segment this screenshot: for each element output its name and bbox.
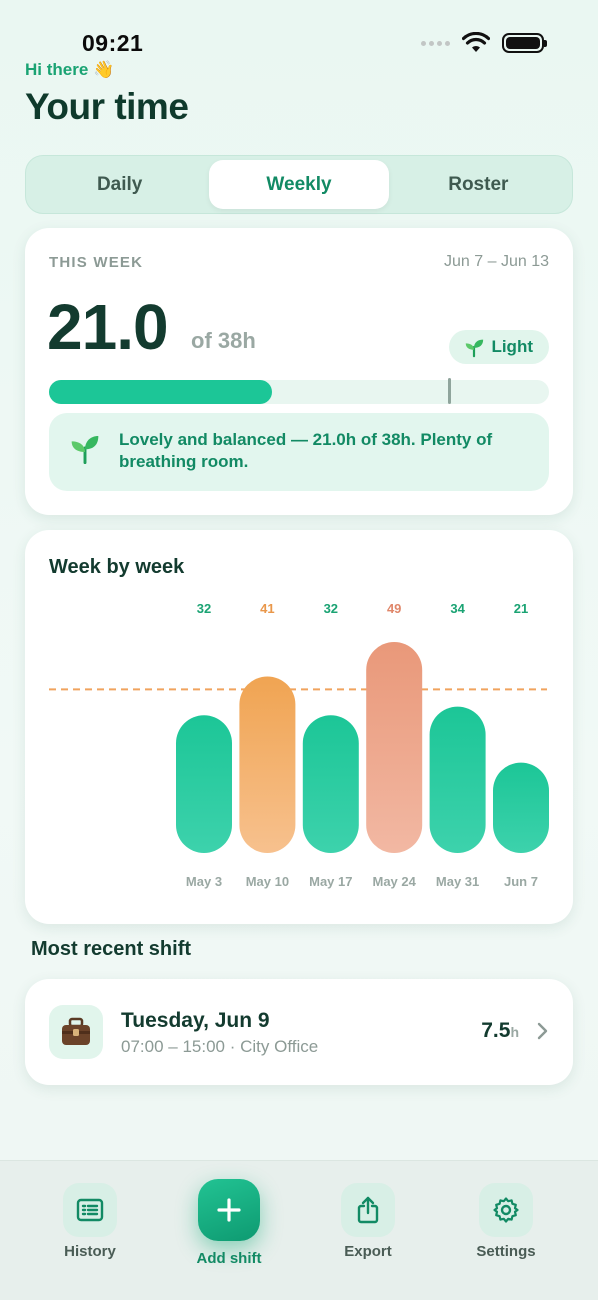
wifi-icon [462,32,490,52]
tab-daily[interactable]: Daily [30,160,209,209]
x-tick-label: May 31 [436,874,479,889]
nav-export[interactable]: Export [313,1183,423,1260]
bar-value-label: 32 [197,601,211,616]
briefcase-icon [49,1005,103,1059]
chart-bar[interactable] [239,676,296,853]
progress-fill [49,380,272,404]
view-tabs: Daily Weekly Roster [25,155,573,214]
x-tick-label: May 17 [309,874,352,889]
add-shift-button[interactable]: Add shift [174,1179,284,1267]
shift-hours: 7.5h [481,1019,519,1043]
tab-roster[interactable]: Roster [389,160,568,209]
hours-target: of 38h [191,328,256,353]
status-badge: Light [449,330,549,364]
bar-value-label: 41 [260,601,274,616]
chart-bar[interactable] [493,762,549,853]
this-week-card: THIS WEEK Jun 7 – Jun 13 21.0 of 38h Lig… [25,228,573,515]
signal-icon [421,40,450,46]
summary-message: Lovely and balanced — 21.0h of 38h. Plen… [49,413,549,491]
target-marker [448,378,451,404]
chart-bar[interactable] [429,706,486,853]
nav-history[interactable]: History [35,1183,145,1260]
hours-total: 21.0 [47,291,169,363]
x-tick-label: May 10 [246,874,289,889]
chart-title: Week by week [49,556,185,578]
status-bar: 09:21 [0,0,598,60]
status-icons [421,32,547,54]
sprout-icon [71,436,99,464]
shift-hours-value: 7.5 [481,1019,511,1042]
hours-progress-bar [49,378,549,404]
shift-detail: 07:00 – 15:00 · City Office [121,1037,319,1056]
bar-value-label: 49 [387,601,401,616]
nav-history-label: History [64,1243,116,1260]
share-icon [341,1183,395,1237]
plus-icon [198,1179,260,1241]
bar-value-label: 21 [514,601,528,616]
recent-shift-card[interactable]: Tuesday, Jun 9 07:00 – 15:00 · City Offi… [25,979,573,1085]
battery-icon [502,33,547,53]
week-by-week-chart: 32 May 3 41 May 10 32 May 17 49 May 24 34 May 31 2… [49,601,549,889]
bar-value-label: 34 [450,601,465,616]
tab-weekly[interactable]: Weekly [209,160,389,209]
recent-shift-heading: Most recent shift [31,938,192,960]
chart-bar[interactable] [366,642,423,853]
x-tick-label: Jun 7 [504,874,538,889]
sprout-icon [466,339,484,358]
chevron-right-icon [537,1022,548,1040]
chart-bar[interactable] [176,715,232,853]
status-badge-label: Light [491,337,533,356]
nav-settings-label: Settings [476,1243,536,1260]
gear-icon [479,1183,533,1237]
week-range: Jun 7 – Jun 13 [444,253,549,270]
summary-message-text: Lovely and balanced — 21.0h of 38h. Plen… [119,430,493,471]
bar-value-label: 32 [324,601,338,616]
page-title: Your time [25,86,189,127]
nav-export-label: Export [344,1243,392,1260]
shift-hours-unit: h [510,1024,519,1040]
week-chart-card: 32 May 3 41 May 10 32 May 17 49 May 24 34 May 31 2… [25,530,573,924]
x-tick-label: May 3 [186,874,222,889]
history-icon [63,1183,117,1237]
add-shift-label: Add shift [196,1250,262,1267]
nav-settings[interactable]: Settings [451,1183,561,1260]
chart-bar[interactable] [302,715,359,853]
this-week-label: THIS WEEK [49,254,144,271]
bottom-nav: History Add shift Export Settings [0,1160,598,1300]
greeting: Hi there 👋 [25,60,115,79]
x-tick-label: May 24 [373,874,417,889]
shift-date: Tuesday, Jun 9 [121,1009,270,1032]
status-time: 09:21 [82,30,144,56]
